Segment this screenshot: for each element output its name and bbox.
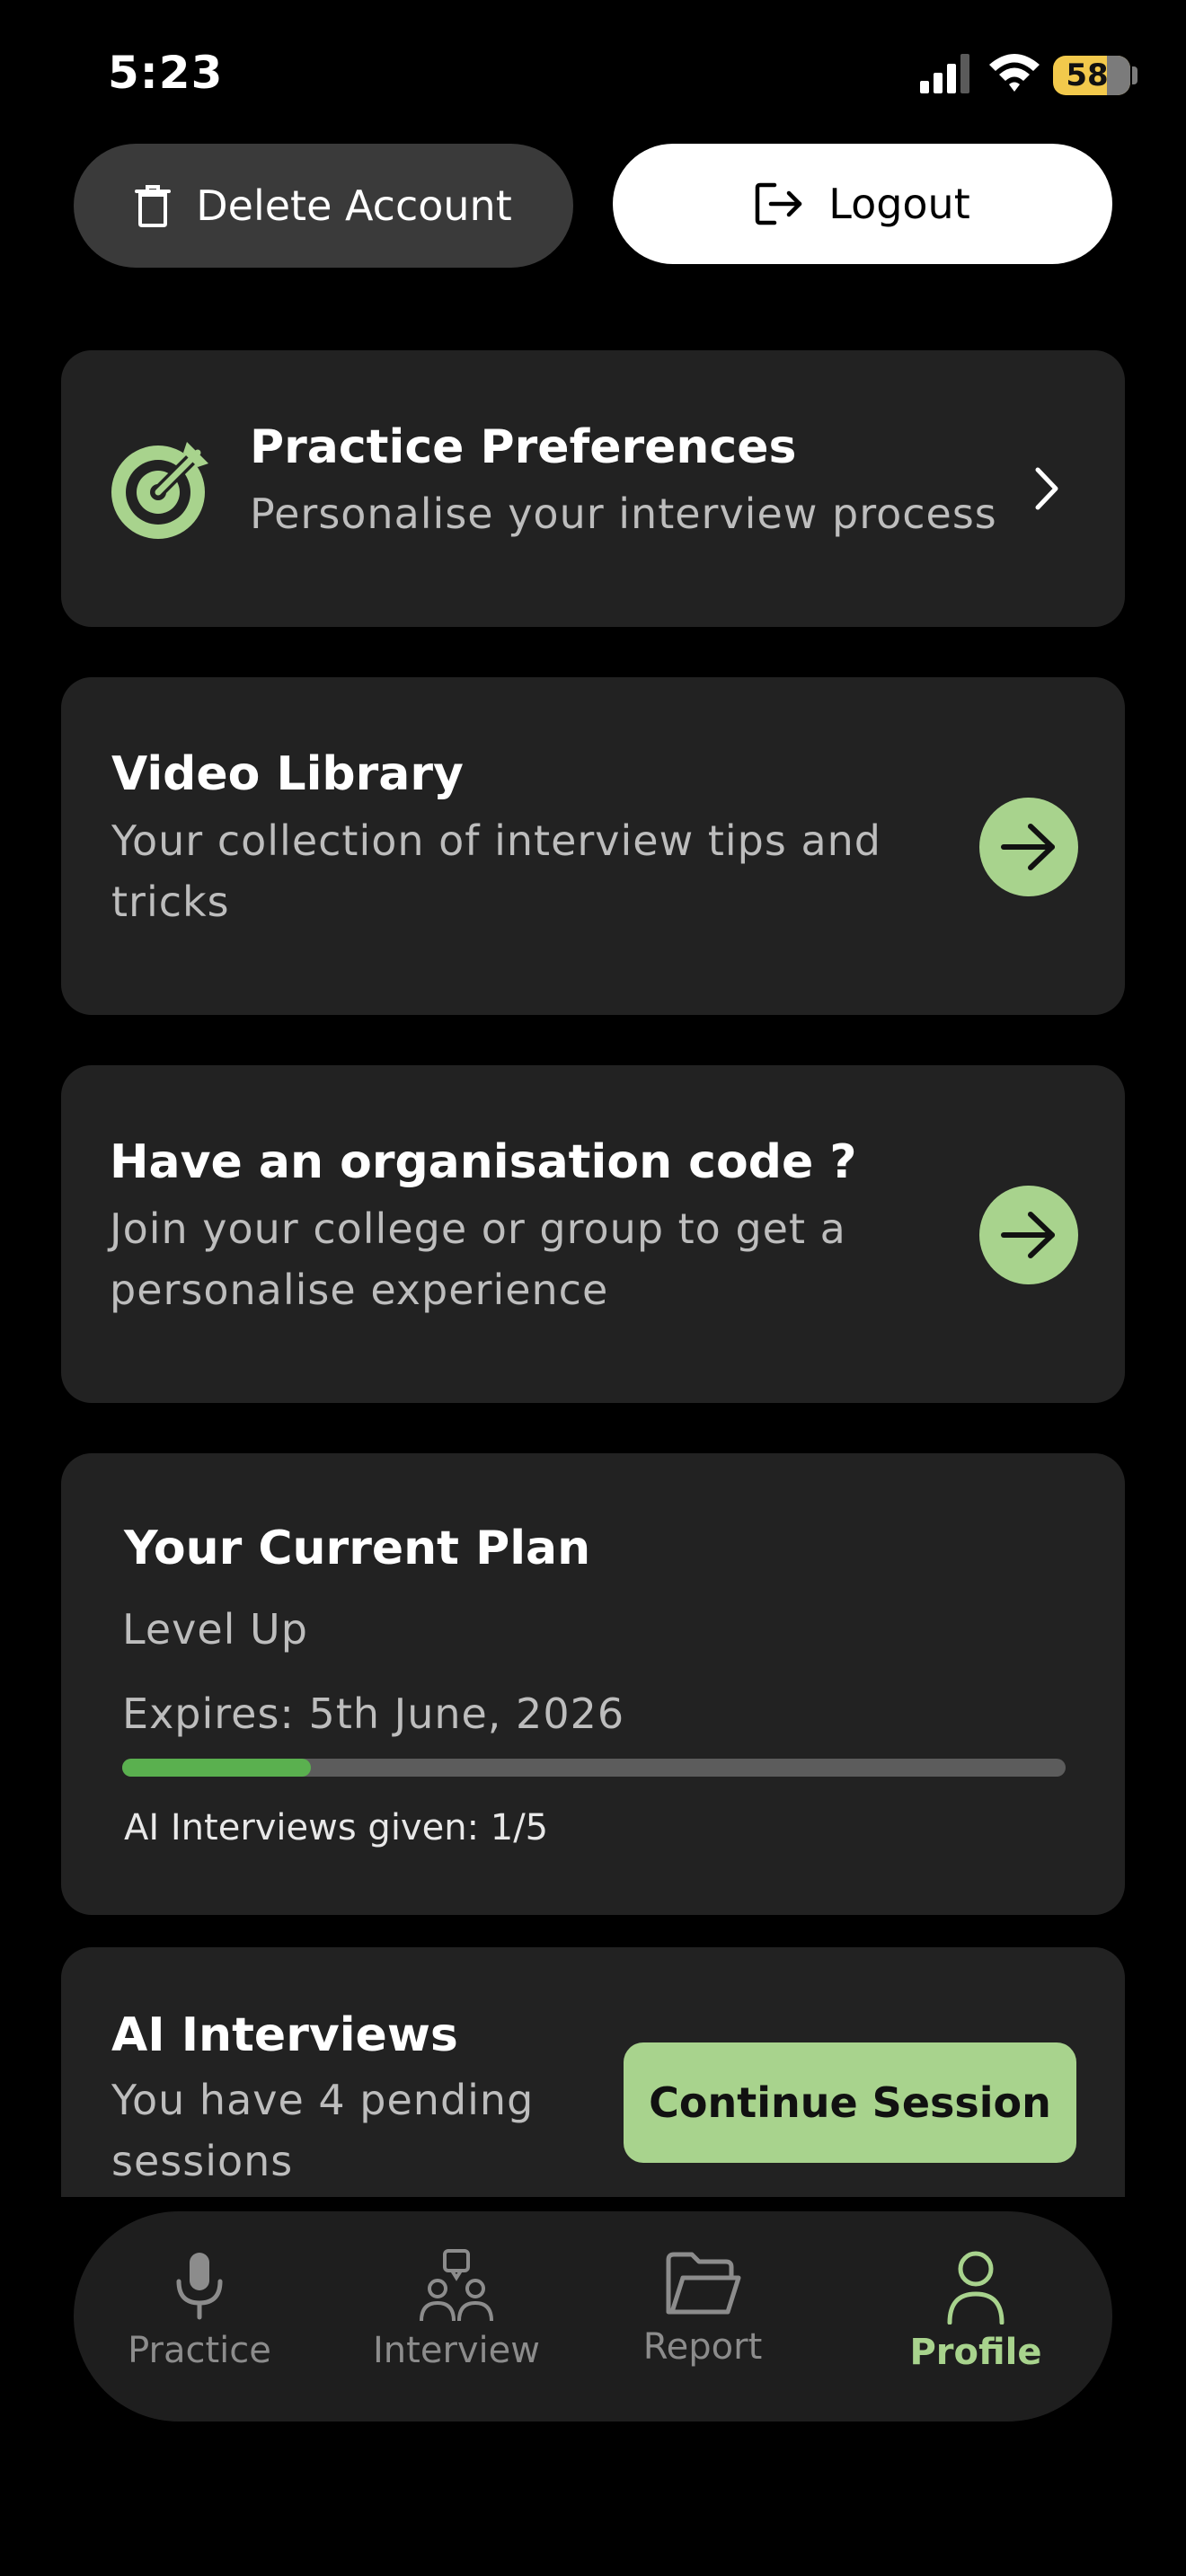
- delete-account-label: Delete Account: [196, 181, 512, 230]
- organisation-code-arrow-button[interactable]: [979, 1186, 1078, 1284]
- organisation-code-title: Have an organisation code ?: [110, 1135, 857, 1189]
- ai-interviews-title: AI Interviews: [111, 2008, 458, 2062]
- target-icon: [111, 442, 208, 539]
- battery-cap: [1132, 66, 1137, 84]
- battery-icon: 58: [1053, 56, 1130, 95]
- interviews-given-text: AI Interviews given: 1/5: [124, 1807, 549, 1848]
- cellular-signal-icon: [920, 54, 969, 93]
- video-library-title: Video Library: [111, 747, 464, 801]
- battery-level: 58: [1066, 57, 1109, 93]
- nav-item-interview[interactable]: Interview: [358, 2211, 555, 2422]
- practice-preferences-card[interactable]: Practice Preferences Personalise your in…: [61, 350, 1125, 627]
- folder-icon: [666, 2252, 741, 2315]
- nav-label-practice: Practice: [128, 2330, 271, 2371]
- video-library-arrow-button[interactable]: [979, 798, 1078, 896]
- nav-item-report[interactable]: Report: [604, 2211, 801, 2422]
- logout-icon: [756, 182, 802, 225]
- bottom-nav: Practice Interview Report Profile: [74, 2211, 1112, 2422]
- wifi-icon: [989, 54, 1040, 92]
- organisation-code-subtitle: Join your college or group to get a pers…: [110, 1204, 846, 1314]
- logout-button[interactable]: Logout: [613, 144, 1112, 264]
- practice-preferences-title: Practice Preferences: [250, 420, 797, 474]
- practice-preferences-subtitle: Personalise your interview process: [250, 490, 997, 538]
- current-plan-expiry: Expires: 5th June, 2026: [122, 1689, 625, 1738]
- chevron-right-icon: [1035, 467, 1058, 510]
- person-icon: [947, 2251, 1005, 2325]
- nav-label-profile: Profile: [909, 2332, 1042, 2373]
- arrow-right-icon: [1001, 1212, 1055, 1258]
- interviews-progress-fill: [122, 1759, 311, 1777]
- ai-interviews-subtitle-clip: You have 4 pending sessions: [111, 2069, 579, 2197]
- ai-interviews-subtitle: You have 4 pending sessions: [111, 2076, 535, 2185]
- people-icon: [420, 2249, 493, 2322]
- current-plan-name: Level Up: [122, 1605, 308, 1654]
- continue-session-button[interactable]: Continue Session: [624, 2042, 1076, 2163]
- current-plan-title: Your Current Plan: [124, 1522, 591, 1575]
- microphone-icon: [176, 2253, 223, 2320]
- status-time: 5:23: [108, 47, 224, 99]
- interviews-progress-bar: [122, 1759, 1066, 1777]
- nav-item-practice[interactable]: Practice: [101, 2211, 298, 2422]
- organisation-code-card[interactable]: Have an organisation code ? Join your co…: [61, 1065, 1125, 1403]
- arrow-right-icon: [1001, 824, 1055, 870]
- video-library-card[interactable]: Video Library Your collection of intervi…: [61, 677, 1125, 1015]
- trash-icon: [135, 185, 172, 227]
- delete-account-button[interactable]: Delete Account: [74, 144, 573, 268]
- nav-item-profile[interactable]: Profile: [877, 2211, 1075, 2422]
- logout-label: Logout: [828, 180, 970, 228]
- nav-label-report: Report: [642, 2326, 763, 2368]
- nav-label-interview: Interview: [373, 2330, 540, 2371]
- video-library-subtitle: Your collection of interview tips and tr…: [111, 816, 881, 926]
